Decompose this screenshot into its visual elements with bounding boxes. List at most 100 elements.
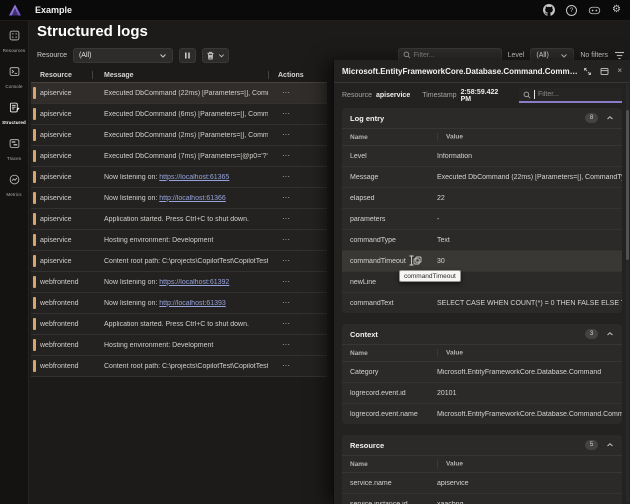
table-row[interactable]: apiserviceApplication started. Press Ctr…	[31, 209, 327, 230]
column-header-message: Message	[92, 71, 268, 79]
filter-funnel-icon[interactable]	[614, 51, 625, 60]
table-row[interactable]: apiserviceExecuted DbCommand (7ms) [Para…	[31, 146, 327, 167]
log-link[interactable]: https://localhost:61392	[159, 279, 229, 286]
actions-cell: ⋯	[268, 299, 327, 307]
property-row[interactable]: elapsed22	[342, 188, 622, 209]
section-count-badge: 5	[585, 440, 598, 450]
row-actions-button[interactable]: ⋯	[282, 131, 291, 139]
table-row[interactable]: webfrontendNow listening on: https://loc…	[31, 272, 327, 293]
row-actions-button[interactable]: ⋯	[282, 299, 291, 307]
property-name-text: logrecord.event.name	[350, 411, 418, 418]
table-row[interactable]: webfrontendNow listening on: http://loca…	[31, 293, 327, 314]
sidebar-item-metrics[interactable]: Metrics	[0, 170, 28, 199]
table-row[interactable]: apiserviceNow listening on: http://local…	[31, 188, 327, 209]
resource-color-bar	[33, 213, 36, 225]
table-row[interactable]: apiserviceHosting environment: Developme…	[31, 230, 327, 251]
sidebar-item-resources[interactable]: Resources	[0, 26, 28, 55]
table-row[interactable]: apiserviceExecuted DbCommand (22ms) [Par…	[31, 83, 327, 104]
close-details-button[interactable]: ×	[617, 67, 622, 75]
property-row[interactable]: service.instance.idxaacbnq	[342, 494, 622, 504]
dock-panel-button[interactable]	[600, 67, 609, 76]
property-row[interactable]: CategoryMicrosoft.EntityFrameworkCore.Da…	[342, 362, 622, 383]
property-row[interactable]: commandTypeText	[342, 230, 622, 251]
actions-cell: ⋯	[268, 215, 327, 223]
table-row[interactable]: webfrontendApplication started. Press Ct…	[31, 314, 327, 335]
section-header[interactable]: Resource5	[342, 435, 622, 455]
sidebar-item-structured[interactable]: Structured	[0, 98, 28, 127]
table-row[interactable]: apiserviceNow listening on: https://loca…	[31, 167, 327, 188]
log-link[interactable]: http://localhost:61366	[159, 195, 226, 202]
row-actions-button[interactable]: ⋯	[282, 152, 291, 160]
property-name-text: service.instance.id	[350, 501, 408, 504]
property-row[interactable]: logrecord.event.nameMicrosoft.EntityFram…	[342, 404, 622, 424]
property-name: service.name	[350, 480, 437, 487]
resource-cell: apiservice	[31, 87, 92, 99]
trash-icon	[206, 51, 215, 60]
resource-color-bar	[33, 129, 36, 141]
row-actions-button[interactable]: ⋯	[282, 89, 291, 97]
table-row[interactable]: apiserviceExecuted DbCommand (2ms) [Para…	[31, 125, 327, 146]
row-actions-button[interactable]: ⋯	[282, 173, 291, 181]
chevron-up-icon[interactable]	[606, 115, 614, 121]
actions-cell: ⋯	[268, 110, 327, 118]
help-button[interactable]: ?	[566, 5, 577, 16]
meta-timestamp-label: Timestamp	[422, 92, 456, 99]
resource-color-bar	[33, 276, 36, 288]
sidebar-item-console[interactable]: Console	[0, 62, 28, 91]
row-actions-button[interactable]: ⋯	[282, 362, 291, 370]
section-header[interactable]: Log entry8	[342, 108, 622, 128]
chevron-up-icon[interactable]	[606, 331, 614, 337]
property-row[interactable]: MessageExecuted DbCommand (22ms) [Parame…	[342, 167, 622, 188]
property-row[interactable]: newLine	[342, 272, 622, 293]
log-message: Executed DbCommand (22ms) [Parameters=[]…	[92, 90, 268, 97]
row-actions-button[interactable]: ⋯	[282, 341, 291, 349]
property-name: commandType	[350, 237, 437, 244]
row-actions-button[interactable]: ⋯	[282, 236, 291, 244]
property-row[interactable]: commandTextSELECT CASE WHEN COUNT(*) = 0…	[342, 293, 622, 313]
property-row[interactable]: commandTimeoutcommandTimeout30	[342, 251, 622, 272]
logs-filter-input[interactable]	[414, 52, 494, 59]
actions-cell: ⋯	[268, 236, 327, 244]
row-actions-button[interactable]: ⋯	[282, 320, 291, 328]
expand-button[interactable]	[583, 67, 592, 76]
clear-logs-button[interactable]	[202, 48, 229, 63]
log-link[interactable]: https://localhost:61365	[159, 174, 229, 181]
actions-cell: ⋯	[268, 362, 327, 370]
property-row[interactable]: service.nameapiservice	[342, 473, 622, 494]
row-actions-button[interactable]: ⋯	[282, 215, 291, 223]
property-row[interactable]: LevelInformation	[342, 146, 622, 167]
actions-cell: ⋯	[268, 278, 327, 286]
property-name-text: Level	[350, 153, 367, 160]
settings-button[interactable]: ⚙	[612, 5, 621, 15]
log-link[interactable]: http://localhost:61393	[159, 300, 226, 307]
table-row[interactable]: webfrontendContent root path: C:\project…	[31, 356, 327, 377]
topbar-actions: ? ⚙	[543, 4, 621, 16]
pause-button[interactable]	[179, 48, 196, 63]
copilot-button[interactable]	[588, 5, 601, 16]
chevron-up-icon[interactable]	[606, 442, 614, 448]
sidebar-item-traces[interactable]: Traces	[0, 134, 28, 163]
resource-color-bar	[33, 360, 36, 372]
panel-scrollbar[interactable]	[626, 84, 629, 502]
resource-cell: apiservice	[31, 108, 92, 120]
github-button[interactable]	[543, 4, 555, 16]
table-row[interactable]: webfrontendHosting environment: Developm…	[31, 335, 327, 356]
section-count-badge: 8	[585, 113, 598, 123]
row-actions-button[interactable]: ⋯	[282, 110, 291, 118]
section-header[interactable]: Context3	[342, 324, 622, 344]
resource-select[interactable]: (All)	[73, 48, 173, 63]
property-name-text: newLine	[350, 279, 376, 286]
table-row[interactable]: apiserviceContent root path: C:\projects…	[31, 251, 327, 272]
table-row[interactable]: apiserviceExecuted DbCommand (6ms) [Para…	[31, 104, 327, 125]
copy-value-button[interactable]	[413, 256, 422, 265]
structured-logs-table: ResourceMessageActions apiserviceExecute…	[31, 68, 327, 377]
row-actions-button[interactable]: ⋯	[282, 257, 291, 265]
log-message: Now listening on: http://localhost:61393	[92, 300, 268, 307]
property-row[interactable]: logrecord.event.id20101	[342, 383, 622, 404]
details-filter-input[interactable]	[538, 91, 618, 98]
row-actions-button[interactable]: ⋯	[282, 278, 291, 286]
property-row[interactable]: parameters-	[342, 209, 622, 230]
level-select-value: (All)	[536, 52, 548, 59]
row-actions-button[interactable]: ⋯	[282, 194, 291, 202]
scrollbar-thumb[interactable]	[626, 110, 629, 260]
